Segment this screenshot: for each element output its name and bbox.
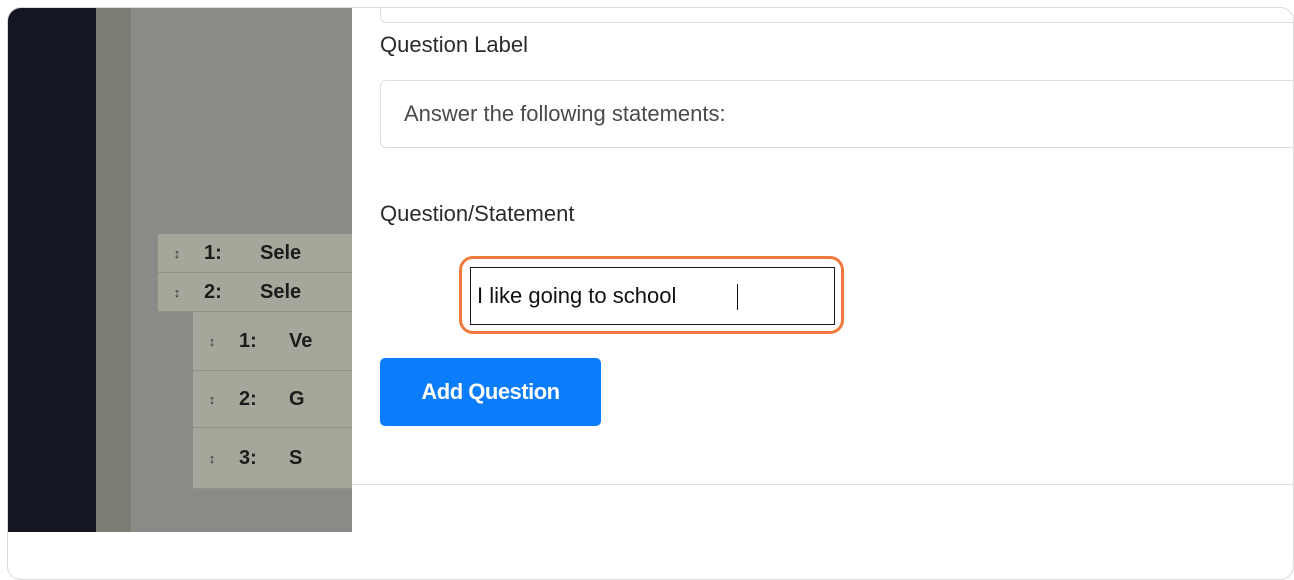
add-question-modal: Question Label Answer the following stat… [352, 8, 1293, 532]
question-label-field[interactable]: Answer the following statements: [380, 80, 1293, 148]
list-item-text: Ve [289, 329, 313, 352]
drag-handle-icon[interactable]: ↕ [164, 246, 190, 261]
background-question-list: ↕ 1: Sele ↕ 2: Sele ↕ 1: Ve ↕ 2: G ↕ 3: [158, 234, 352, 532]
add-question-button[interactable]: Add Question [380, 358, 601, 426]
statement-input[interactable] [470, 267, 835, 325]
list-item[interactable]: ↕ 3: S [193, 428, 352, 489]
list-item-text: S [289, 446, 303, 469]
list-item-number: 1: [239, 329, 257, 352]
text-caret [737, 284, 738, 310]
list-item-text: Sele [260, 280, 302, 303]
list-item[interactable]: ↕ 2: G [193, 371, 352, 428]
drag-handle-icon[interactable]: ↕ [199, 392, 225, 407]
list-item-number: 2: [239, 387, 257, 410]
overlay-strip [96, 8, 131, 532]
dark-sidebar [8, 8, 96, 532]
list-item[interactable]: ↕ 2: Sele [158, 273, 352, 312]
statement-title: Question/Statement [380, 201, 575, 226]
list-item[interactable]: ↕ 1: Ve [193, 312, 352, 371]
drag-handle-icon[interactable]: ↕ [199, 334, 225, 349]
screenshot-content: ↕ 1: Sele ↕ 2: Sele ↕ 1: Ve ↕ 2: G ↕ 3: [8, 8, 1293, 532]
drag-handle-icon[interactable]: ↕ [164, 285, 190, 300]
question-label-title: Question Label [380, 32, 528, 57]
modal-divider [352, 484, 1293, 485]
list-item-number: 2: [204, 280, 222, 303]
screenshot-frame: ↕ 1: Sele ↕ 2: Sele ↕ 1: Ve ↕ 2: G ↕ 3: [7, 7, 1294, 580]
previous-field-edge [380, 8, 1293, 23]
list-item[interactable]: ↕ 1: Sele [158, 234, 352, 273]
list-item-number: 3: [239, 446, 257, 469]
list-item-text: Sele [260, 241, 302, 264]
list-item-text: G [289, 387, 305, 410]
question-label-value: Answer the following statements: [404, 101, 726, 126]
list-item-number: 1: [204, 241, 222, 264]
drag-handle-icon[interactable]: ↕ [199, 451, 225, 466]
